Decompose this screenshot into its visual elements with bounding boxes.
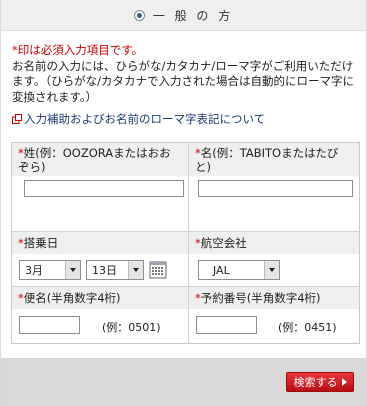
chevron-down-icon — [264, 261, 279, 279]
chevron-down-icon — [128, 261, 143, 279]
section-title: 一 般 の 方 — [152, 8, 234, 23]
passenger-search-panel: 一 般 の 方 *印は必須入力項目です。 お名前の入力には、ひらがな/カタカナ/… — [0, 0, 367, 406]
month-select[interactable]: 3月 — [19, 260, 81, 280]
boarding-date-label-text: 搭乗日 — [23, 236, 59, 250]
flight-number-example: (例：0501) — [102, 321, 161, 334]
flight-number-input[interactable] — [19, 316, 80, 334]
boarding-date-label: *搭乗日 — [12, 232, 188, 254]
flight-number-label: *便名(半角数字4桁) — [12, 287, 188, 309]
intro-text: お名前の入力には、ひらがな/カタカナ/ローマ字がご利用いただけます。（ひらがな/… — [12, 58, 354, 104]
booking-number-input[interactable] — [196, 316, 257, 334]
airline-label-text: 航空会社 — [200, 236, 247, 250]
booking-number-label: *予約番号(半角数字4桁) — [189, 287, 359, 309]
search-form: *姓(例：OOZORAまたはおおぞら) *名(例：TABITOまたはたびと) *… — [11, 142, 360, 344]
romanization-help-link[interactable]: 入力補助およびお名前のローマ字表記について — [12, 111, 366, 127]
surname-input[interactable] — [24, 180, 184, 197]
surname-label: *姓(例：OOZORAまたはおおぞら) — [12, 143, 188, 176]
flight-number-label-text: 便名(半角数字4桁) — [23, 291, 121, 305]
instructions: *印は必須入力項目です。 お名前の入力には、ひらがな/カタカナ/ローマ字がご利用… — [1, 31, 366, 105]
search-button[interactable]: 検索する — [286, 372, 354, 392]
link-label[interactable]: 入力補助およびお名前のローマ字表記について — [24, 111, 265, 127]
airline-label: *航空会社 — [189, 232, 359, 254]
given-name-label: *名(例：TABITOまたはたびと) — [189, 143, 359, 176]
booking-number-label-text: 予約番号(半角数字4桁) — [200, 291, 321, 305]
airline-value: JAL — [213, 263, 230, 277]
radio-selected-icon[interactable] — [133, 9, 145, 21]
given-name-input[interactable] — [198, 180, 353, 197]
search-button-label: 検索する — [293, 376, 338, 389]
given-name-label-text: 名(例：TABITOまたはたびと) — [195, 146, 339, 174]
chevron-down-icon — [65, 261, 80, 279]
section-header: 一 般 の 方 — [1, 0, 366, 31]
booking-number-example: (例：0451) — [278, 321, 337, 334]
surname-label-text: 姓(例：OOZORAまたはおおぞら) — [18, 146, 171, 174]
arrow-right-icon — [341, 378, 347, 386]
day-select[interactable]: 13日 — [86, 260, 144, 280]
airline-select[interactable]: JAL — [198, 260, 280, 280]
footer-bar: 検索する — [1, 358, 366, 406]
calendar-icon[interactable] — [149, 261, 167, 279]
required-note: *印は必須入力項目です。 — [12, 43, 144, 57]
day-value: 13日 — [92, 264, 117, 277]
external-link-icon — [12, 114, 22, 124]
month-value: 3月 — [25, 264, 43, 277]
